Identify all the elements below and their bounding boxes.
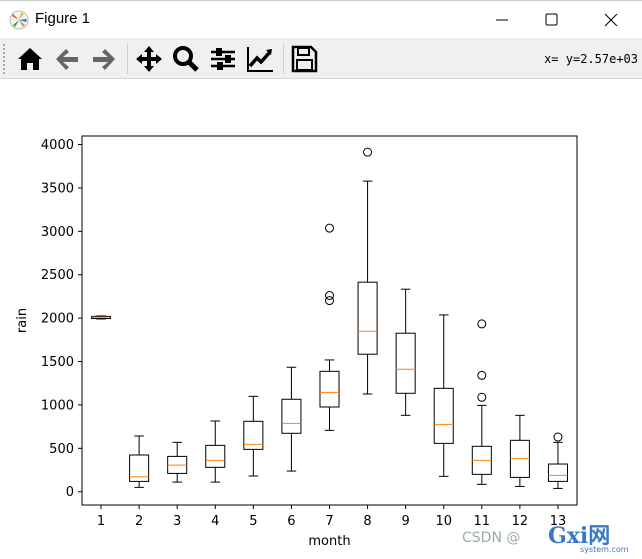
outlier-point (363, 147, 373, 157)
outlier-point (477, 370, 487, 380)
y-tick-label: 2500 (41, 268, 74, 283)
outlier-point (325, 296, 334, 306)
toolbar-grip (3, 44, 7, 74)
close-button[interactable] (591, 7, 631, 33)
outlier-point (553, 432, 563, 442)
y-tick-label: 4000 (41, 138, 74, 153)
y-tick-label: 500 (49, 442, 74, 457)
forward-icon[interactable] (89, 44, 119, 74)
pan-icon[interactable] (134, 44, 164, 74)
box (205, 444, 226, 468)
edit-axis-icon[interactable] (245, 44, 275, 74)
back-icon[interactable] (52, 44, 82, 74)
x-tick-label: 5 (249, 514, 257, 529)
x-tick-label: 4 (211, 514, 219, 529)
y-axis-label: rain (15, 308, 30, 333)
outlier-point (477, 319, 487, 329)
x-tick-label: 9 (402, 514, 410, 529)
toolbar: x= y=2.57e+03 (0, 38, 642, 79)
box (547, 463, 568, 482)
box (129, 454, 150, 482)
x-tick-label: 3 (173, 514, 181, 529)
y-tick-label: 1500 (41, 355, 74, 370)
y-tick-label: 3500 (41, 181, 74, 196)
cursor-coordinates: x= y=2.57e+03 (544, 52, 638, 66)
matplotlib-logo-icon (9, 10, 29, 30)
x-tick-label: 7 (325, 514, 333, 529)
boxplot-chart: 050010001500200025003000350040001 2 3 4 5 6 7 8… (15, 135, 578, 549)
zoom-icon[interactable] (171, 44, 201, 74)
y-tick-label: 0 (66, 485, 74, 500)
axes-frame (81, 135, 578, 506)
home-icon[interactable] (15, 44, 45, 74)
outlier-point (325, 223, 334, 233)
toolbar-separator (283, 44, 284, 74)
box (281, 398, 302, 434)
x-tick-label: 1 (97, 514, 105, 529)
maximize-button[interactable] (531, 7, 571, 33)
x-tick-label: 2 (135, 514, 143, 529)
x-tick-label: 8 (363, 514, 371, 529)
x-axis-label: month (308, 534, 350, 549)
outlier-point (477, 392, 487, 402)
x-tick-label: 11 (474, 514, 491, 529)
box (357, 281, 378, 355)
save-icon[interactable] (289, 44, 319, 74)
x-tick-label: 6 (287, 514, 295, 529)
title-bar: Figure 1 (0, 0, 642, 38)
box (319, 370, 340, 408)
configure-subplots-icon[interactable] (208, 44, 238, 74)
y-tick-label: 3000 (41, 225, 74, 240)
x-tick-label: 12 (512, 514, 529, 529)
y-tick-label: 1000 (41, 398, 74, 413)
y-tick-label: 2000 (41, 312, 74, 327)
box (433, 387, 454, 444)
toolbar-separator (127, 44, 128, 74)
watermark-logo-sub: system.com (580, 545, 629, 554)
window-title: Figure 1 (35, 10, 91, 27)
watermark-text: CSDN @ (462, 530, 521, 546)
box (243, 420, 264, 450)
x-tick-label: 10 (435, 514, 452, 529)
box (395, 332, 416, 394)
minimize-button[interactable] (482, 7, 522, 33)
